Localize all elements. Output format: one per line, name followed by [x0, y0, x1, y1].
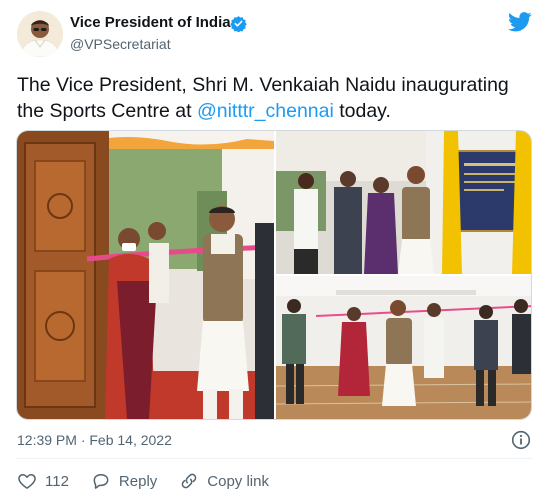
reply-button[interactable]: Reply: [91, 471, 157, 491]
like-count: 112: [45, 472, 69, 490]
divider: [16, 458, 532, 459]
user-handle[interactable]: @VPSecretariat: [70, 36, 171, 52]
copy-link-label: Copy link: [207, 472, 269, 490]
photo-ribbon-cutting[interactable]: [17, 131, 274, 419]
avatar[interactable]: [17, 11, 63, 57]
reply-bubble-icon: [93, 474, 109, 489]
link-icon: [181, 473, 197, 489]
tweet-text: The Vice President, Shri M. Venkaiah Nai…: [17, 72, 532, 124]
tweet-card: Vice President of India @VPSecretariat T…: [0, 0, 548, 496]
photo-plaque-unveiling[interactable]: [276, 131, 531, 274]
media-grid: [16, 130, 532, 420]
tweet-actions: 112 Reply Copy link: [17, 470, 291, 492]
twitter-bird-icon[interactable]: [508, 12, 532, 32]
mention-link[interactable]: @nitttr_chennai: [197, 100, 334, 122]
like-button[interactable]: 112: [17, 471, 69, 491]
reply-label: Reply: [118, 472, 158, 490]
photo-hall-walkthrough[interactable]: [276, 276, 531, 419]
heart-icon: [18, 474, 36, 489]
tweet-text-tail: today.: [333, 100, 391, 122]
portrait-avatar-icon: [17, 11, 63, 57]
info-icon[interactable]: [511, 430, 531, 450]
copy-link-button[interactable]: Copy link: [179, 471, 269, 491]
tweet-timestamp[interactable]: 12:39 PM · Feb 14, 2022: [17, 432, 172, 448]
display-name[interactable]: Vice President of India: [70, 14, 231, 31]
verified-badge-icon: [230, 16, 247, 32]
